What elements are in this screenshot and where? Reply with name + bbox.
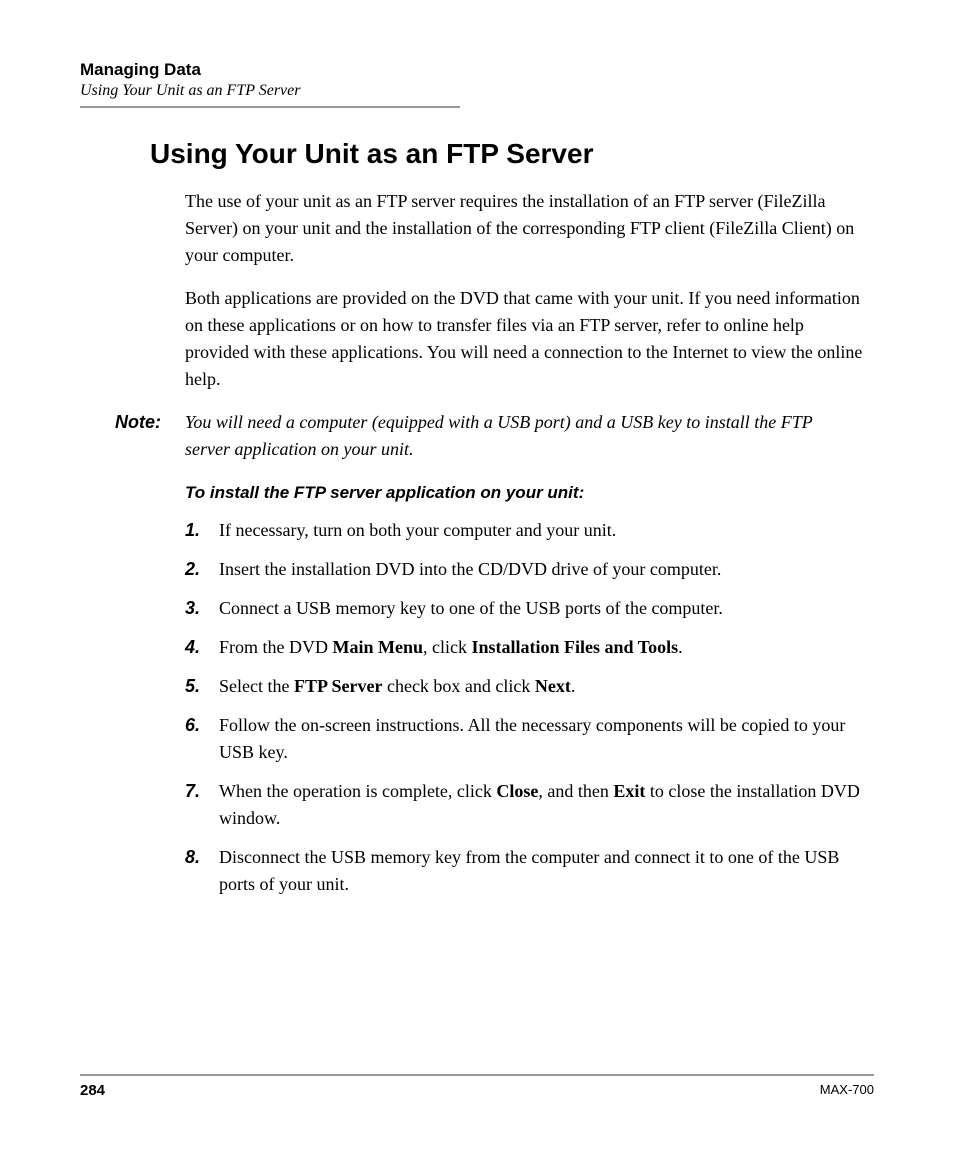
step: 1. If necessary, turn on both your compu…: [185, 517, 864, 544]
step-text: Connect a USB memory key to one of the U…: [219, 595, 864, 622]
note-block: Note: You will need a computer (equipped…: [80, 409, 874, 463]
step: 8. Disconnect the USB memory key from th…: [185, 844, 864, 898]
step-text: Disconnect the USB memory key from the c…: [219, 844, 864, 898]
step-text: Follow the on-screen instructions. All t…: [219, 712, 864, 766]
step-number: 7.: [185, 778, 219, 832]
running-header: Managing Data Using Your Unit as an FTP …: [80, 60, 874, 100]
step-number: 2.: [185, 556, 219, 583]
paragraph: Both applications are provided on the DV…: [185, 285, 864, 393]
step-text: Insert the installation DVD into the CD/…: [219, 556, 864, 583]
step-text: When the operation is complete, click Cl…: [219, 778, 864, 832]
step-text: If necessary, turn on both your computer…: [219, 517, 864, 544]
step-text: From the DVD Main Menu, click Installati…: [219, 634, 864, 661]
paragraph: The use of your unit as an FTP server re…: [185, 188, 864, 269]
intro-paragraphs: The use of your unit as an FTP server re…: [185, 188, 864, 393]
page-number: 284: [80, 1082, 105, 1099]
step: 4. From the DVD Main Menu, click Install…: [185, 634, 864, 661]
step: 2. Insert the installation DVD into the …: [185, 556, 864, 583]
step-number: 3.: [185, 595, 219, 622]
section-heading: Using Your Unit as an FTP Server: [150, 138, 874, 170]
chapter-title: Managing Data: [80, 60, 874, 80]
step-number: 4.: [185, 634, 219, 661]
step: 6. Follow the on-screen instructions. Al…: [185, 712, 864, 766]
step-number: 1.: [185, 517, 219, 544]
step: 3. Connect a USB memory key to one of th…: [185, 595, 864, 622]
page-footer: 284 MAX-700: [80, 1074, 874, 1099]
note-label: Note:: [80, 409, 185, 463]
section-subtitle: Using Your Unit as an FTP Server: [80, 82, 874, 100]
step-number: 6.: [185, 712, 219, 766]
step-number: 8.: [185, 844, 219, 898]
header-rule: [80, 106, 460, 108]
step-number: 5.: [185, 673, 219, 700]
note-text: You will need a computer (equipped with …: [185, 409, 874, 463]
procedure-heading: To install the FTP server application on…: [185, 483, 874, 503]
procedure-steps: 1. If necessary, turn on both your compu…: [185, 517, 864, 898]
step-text: Select the FTP Server check box and clic…: [219, 673, 864, 700]
step: 7. When the operation is complete, click…: [185, 778, 864, 832]
step: 5. Select the FTP Server check box and c…: [185, 673, 864, 700]
page: Managing Data Using Your Unit as an FTP …: [0, 0, 954, 1159]
model-label: MAX-700: [820, 1082, 874, 1099]
